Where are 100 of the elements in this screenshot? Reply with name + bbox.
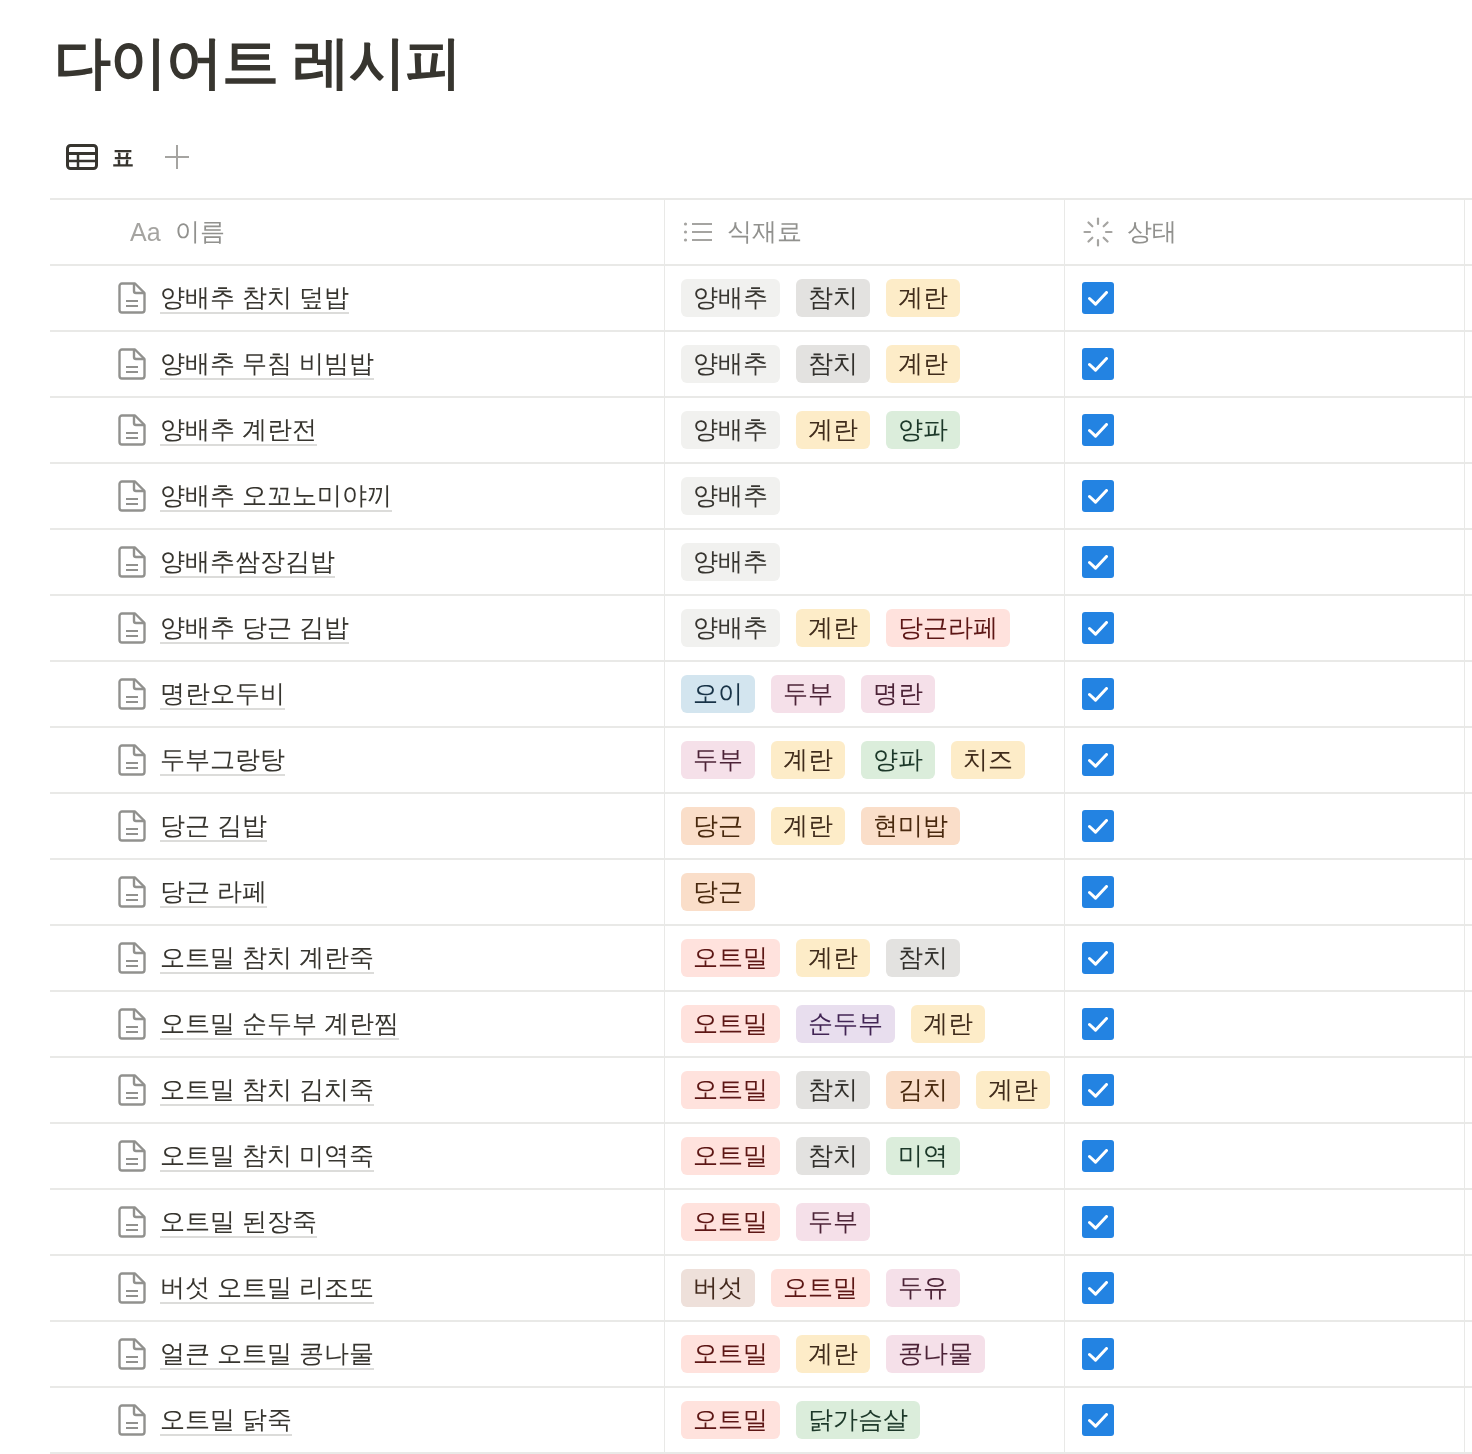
recipe-link[interactable]: 오트밀 참치 미역죽: [160, 1140, 374, 1172]
checkbox[interactable]: [1082, 1272, 1114, 1304]
checkbox[interactable]: [1082, 612, 1114, 644]
recipe-link[interactable]: 오트밀 닭죽: [160, 1404, 292, 1436]
recipe-link[interactable]: 오트밀 참치 계란죽: [160, 942, 374, 974]
document-icon: [118, 348, 146, 380]
document-icon: [118, 1338, 146, 1370]
document-icon: [118, 942, 146, 974]
recipe-link[interactable]: 두부그랑탕: [160, 744, 285, 776]
recipe-link[interactable]: 오트밀 된장죽: [160, 1206, 317, 1238]
recipe-link[interactable]: 당근 라페: [160, 876, 267, 908]
recipe-link[interactable]: 양배추 오꼬노미야끼: [160, 480, 392, 512]
ingredient-tag: 두부: [681, 741, 755, 779]
document-icon: [118, 282, 146, 314]
check-icon: [1088, 1412, 1108, 1428]
checkbox[interactable]: [1082, 1206, 1114, 1238]
ingredient-tag: 계란: [976, 1071, 1050, 1109]
ingredient-tag: 오트밀: [681, 939, 780, 977]
checkbox[interactable]: [1082, 1008, 1114, 1040]
checkbox[interactable]: [1082, 1074, 1114, 1106]
document-icon: [118, 414, 146, 446]
ingredient-tag: 계란: [796, 609, 870, 647]
ingredient-tag: 양파: [861, 741, 935, 779]
document-icon: [118, 678, 146, 710]
check-icon: [1088, 752, 1108, 768]
ingredient-tag: 참치: [796, 1137, 870, 1175]
view-tab[interactable]: 표: [66, 137, 134, 177]
ingredient-tag: 계란: [911, 1005, 985, 1043]
ingredient-tag: 오트밀: [681, 1401, 780, 1439]
document-icon: [118, 1206, 146, 1238]
check-icon: [1088, 488, 1108, 504]
recipe-link[interactable]: 양배추 무침 비빔밥: [160, 348, 374, 380]
recipe-link[interactable]: 양배추 참치 덮밥: [160, 282, 349, 314]
ingredient-tag: 미역: [886, 1137, 960, 1175]
ingredient-tag: 양배추: [681, 279, 780, 317]
ingredient-tag: 현미밥: [861, 807, 960, 845]
check-icon: [1088, 884, 1108, 900]
ingredient-tag: 양배추: [681, 543, 780, 581]
ingredient-tag: 계란: [771, 807, 845, 845]
ingredient-tag: 오트밀: [681, 1071, 780, 1109]
document-icon: [118, 612, 146, 644]
ingredient-tag: 오이: [681, 675, 755, 713]
check-icon: [1088, 1148, 1108, 1164]
ingredient-tag: 계란: [796, 411, 870, 449]
check-icon: [1088, 818, 1108, 834]
ingredient-tag: 참치: [796, 1071, 870, 1109]
ingredient-tag: 김치: [886, 1071, 960, 1109]
check-icon: [1088, 1082, 1108, 1098]
recipe-link[interactable]: 오트밀 참치 김치죽: [160, 1074, 374, 1106]
checkbox[interactable]: [1082, 1140, 1114, 1172]
checkbox[interactable]: [1082, 546, 1114, 578]
recipe-link[interactable]: 양배추쌈장김밥: [160, 546, 335, 578]
document-icon: [118, 1404, 146, 1436]
ingredient-tag: 오트밀: [771, 1269, 870, 1307]
ingredient-tag: 오트밀: [681, 1005, 780, 1043]
checkbox[interactable]: [1082, 744, 1114, 776]
ingredient-tag: 양배추: [681, 411, 780, 449]
document-icon: [118, 1140, 146, 1172]
ingredient-tag: 콩나물: [886, 1335, 985, 1373]
checkbox[interactable]: [1082, 414, 1114, 446]
check-icon: [1088, 686, 1108, 702]
add-view-icon[interactable]: [164, 144, 190, 170]
checkbox[interactable]: [1082, 1404, 1114, 1436]
spinner-icon: [1083, 217, 1113, 247]
checkbox[interactable]: [1082, 678, 1114, 710]
checkbox[interactable]: [1082, 810, 1114, 842]
ingredient-tag: 계란: [771, 741, 845, 779]
check-icon: [1088, 290, 1108, 306]
recipe-link[interactable]: 오트밀 순두부 계란찜: [160, 1008, 399, 1040]
ingredient-tag: 계란: [886, 345, 960, 383]
recipe-link[interactable]: 명란오두비: [160, 678, 285, 710]
check-icon: [1088, 1280, 1108, 1296]
ingredient-tag: 계란: [886, 279, 960, 317]
ingredient-tag: 두부: [796, 1203, 870, 1241]
ingredient-tag: 참치: [796, 345, 870, 383]
check-icon: [1088, 1346, 1108, 1362]
ingredient-tag: 명란: [861, 675, 935, 713]
ingredient-tag: 닭가슴살: [796, 1401, 920, 1439]
recipe-link[interactable]: 당근 김밥: [160, 810, 267, 842]
ingredient-tag: 참치: [886, 939, 960, 977]
checkbox[interactable]: [1082, 282, 1114, 314]
checkbox[interactable]: [1082, 480, 1114, 512]
checkbox[interactable]: [1082, 876, 1114, 908]
check-icon: [1088, 1214, 1108, 1230]
checkbox[interactable]: [1082, 348, 1114, 380]
recipe-link[interactable]: 양배추 당근 김밥: [160, 612, 349, 644]
recipe-link[interactable]: 양배추 계란전: [160, 414, 317, 446]
ingredient-tag: 당근: [681, 807, 755, 845]
ingredient-tag: 당근: [681, 873, 755, 911]
document-icon: [118, 1008, 146, 1040]
check-icon: [1088, 620, 1108, 636]
ingredient-tag: 오트밀: [681, 1335, 780, 1373]
recipe-link[interactable]: 버섯 오트밀 리조또: [160, 1272, 374, 1304]
document-icon: [118, 810, 146, 842]
ingredient-tag: 오트밀: [681, 1203, 780, 1241]
ingredient-tag: 두부: [771, 675, 845, 713]
checkbox[interactable]: [1082, 942, 1114, 974]
ingredient-tag: 오트밀: [681, 1137, 780, 1175]
recipe-link[interactable]: 얼큰 오트밀 콩나물: [160, 1338, 374, 1370]
checkbox[interactable]: [1082, 1338, 1114, 1370]
